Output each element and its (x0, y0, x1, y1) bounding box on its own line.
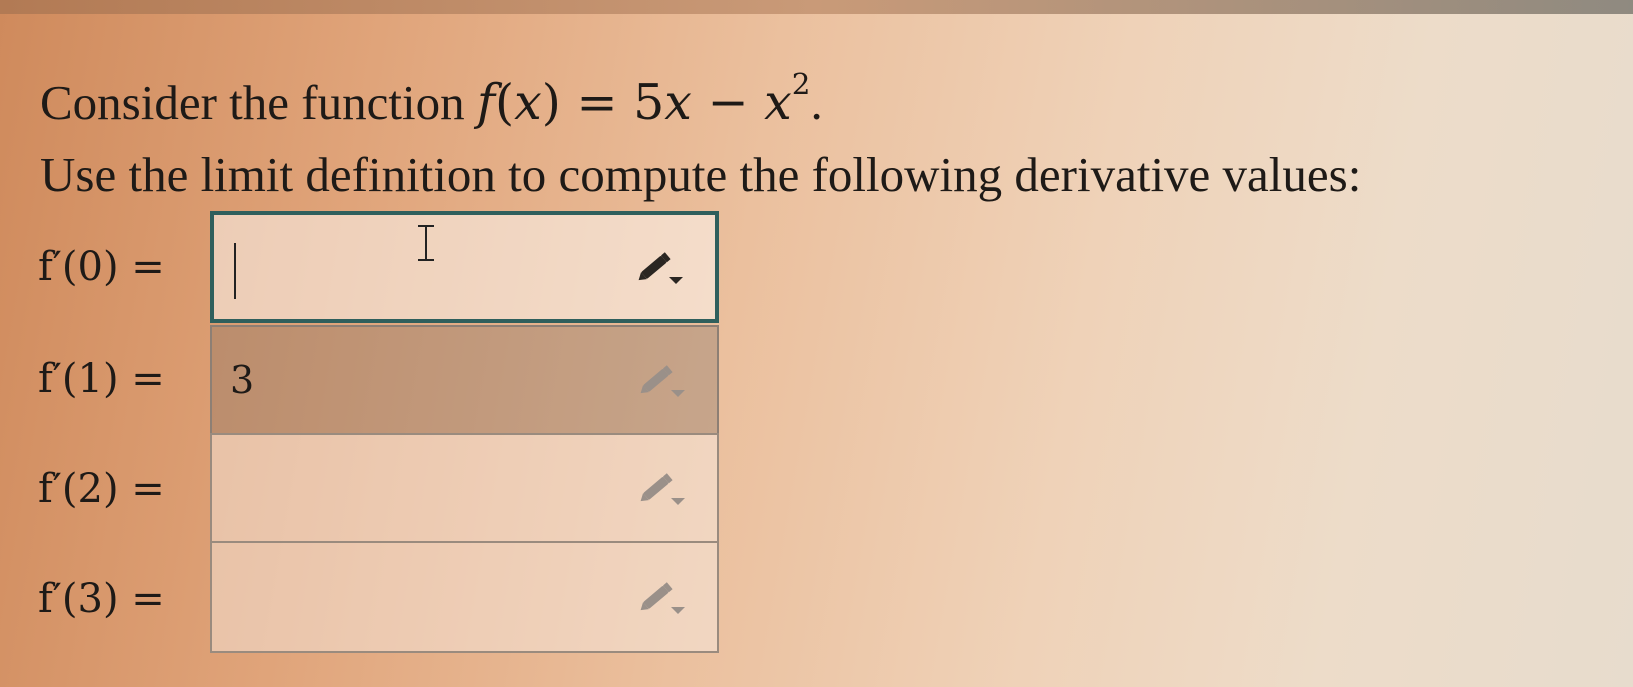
derivative-label-2-text: f′(2) = (38, 466, 165, 512)
pencil-dropdown-icon[interactable] (633, 358, 689, 402)
text-caret (234, 243, 236, 299)
derivative-label-2: f′(2) = (38, 434, 203, 544)
derivative-label-3-text: f′(3) = (38, 576, 165, 622)
answer-input-3[interactable] (210, 541, 719, 653)
window-top-bar (0, 0, 1633, 14)
question-instruction: Use the limit definition to compute the … (40, 147, 1362, 202)
function-period: . (810, 75, 823, 130)
function-variable: x (514, 74, 542, 131)
function-variable-2: x (664, 74, 692, 131)
answer-input-1[interactable]: 3 (210, 325, 719, 435)
pencil-dropdown-icon[interactable] (631, 245, 687, 289)
intro-text: Consider the function (40, 75, 477, 130)
derivative-label-0: f′(0) = (38, 212, 203, 322)
answer-value-1: 3 (230, 358, 255, 402)
function-minus: − (691, 74, 765, 131)
answer-input-0[interactable] (210, 211, 719, 323)
text-ibeam-cursor-icon (418, 225, 434, 261)
derivative-label-1: f′(1) = (38, 324, 203, 434)
function-equals: = 5 (560, 74, 665, 131)
function-exponent: 2 (791, 67, 811, 102)
function-variable-3: x (764, 74, 792, 131)
pencil-dropdown-icon[interactable] (633, 575, 689, 619)
question-intro: Consider the function f(x) = 5x − x2. (40, 67, 823, 131)
derivative-label-3: f′(3) = (38, 544, 203, 654)
derivative-label-0-text: f′(0) = (38, 244, 165, 290)
answer-input-2[interactable] (210, 433, 719, 543)
derivative-label-1-text: f′(1) = (38, 356, 165, 402)
function-expression: f(x) = 5x − x2 (476, 67, 811, 131)
function-name: f (476, 74, 495, 131)
pencil-dropdown-icon[interactable] (633, 466, 689, 510)
